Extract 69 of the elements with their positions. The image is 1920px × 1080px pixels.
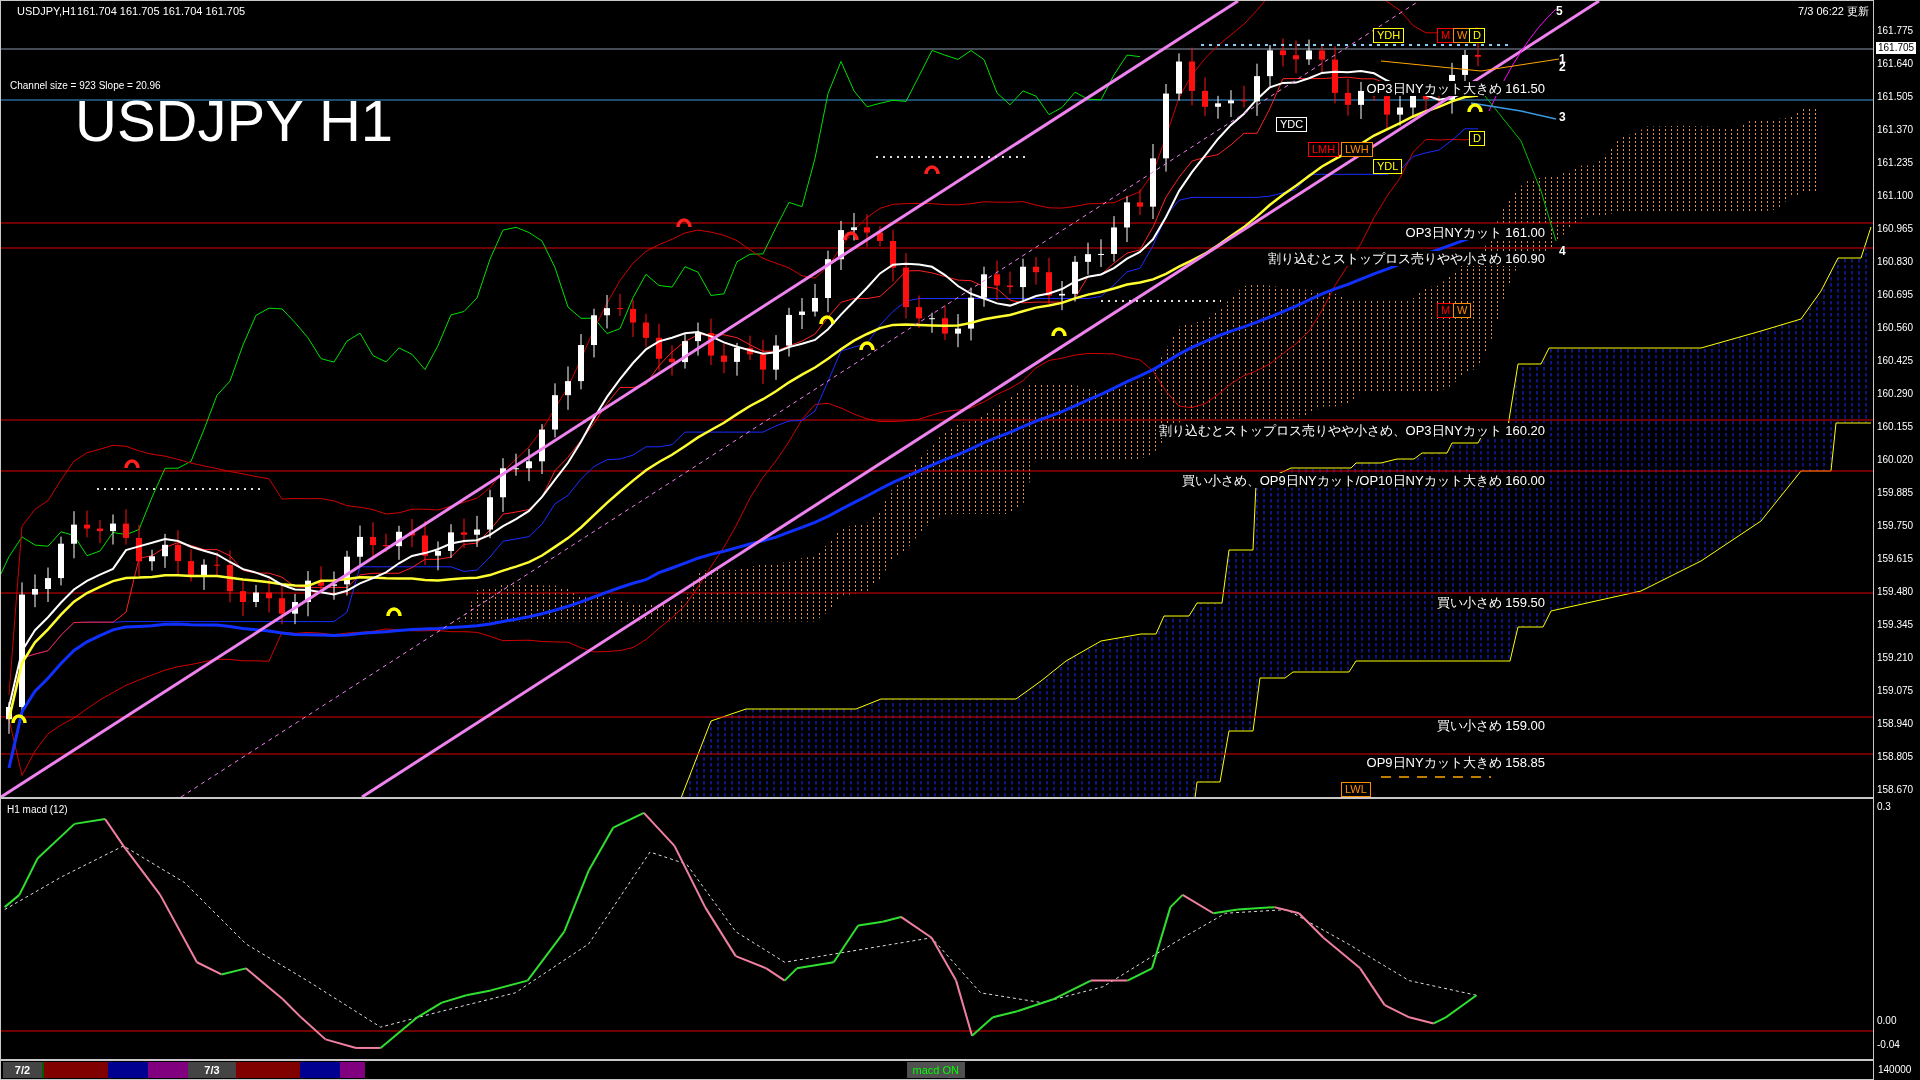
channel-number: 5 <box>1556 5 1563 18</box>
level-annotation: 割り込むとストップロス売りやや小さめ 160.90 <box>1265 251 1547 266</box>
macd-axis-label: -0.04 <box>1877 1038 1901 1052</box>
symbol-label: USDJPY,H1 <box>17 5 77 18</box>
update-time: 7/3 06:22 更新 <box>1798 5 1869 18</box>
level-tag: D <box>1469 131 1485 146</box>
price-axis-label: 158.805 <box>1877 750 1915 764</box>
arc-marker-icon <box>676 218 692 228</box>
price-axis-label: 159.615 <box>1877 552 1915 566</box>
price-axis-label: 161.235 <box>1877 156 1915 170</box>
price-axis-label: 160.290 <box>1877 387 1915 401</box>
session-bar <box>148 1062 188 1078</box>
volume-axis-label: 140000 <box>1878 1063 1912 1077</box>
arc-marker-icon <box>859 341 875 351</box>
level-tag: YDL <box>1373 159 1403 174</box>
level-tag: LWH <box>1341 142 1373 157</box>
date-label: 7/3 <box>188 1062 236 1078</box>
price-axis-label: 161.370 <box>1877 123 1915 137</box>
channel-info: Channel size = 923 Slope = 20.96 <box>10 79 161 92</box>
price-axis-label: 158.670 <box>1877 783 1915 797</box>
price-axis-label: 159.075 <box>1877 684 1915 698</box>
level-tag: W <box>1453 303 1472 318</box>
level-tag: LMH <box>1308 142 1340 157</box>
date-label: 7/2 <box>3 1062 42 1078</box>
arc-marker-icon <box>11 714 27 724</box>
level-annotation: 割り込むとストップロス売りやや小さめ、OP3日NYカット 160.20 <box>1156 423 1547 438</box>
arc-marker-icon <box>924 165 940 175</box>
ohlc-prices: 161.704 161.705 161.704 161.705 <box>77 5 246 18</box>
level-tag: YDH <box>1373 28 1405 43</box>
price-axis-label: 158.940 <box>1877 717 1915 731</box>
price-axis-label: 161.640 <box>1877 57 1915 71</box>
arc-marker-icon <box>819 315 835 325</box>
price-axis-label: 160.695 <box>1877 288 1915 302</box>
level-tag: LWL <box>1341 782 1371 797</box>
price-axis-label: 160.020 <box>1877 453 1915 467</box>
arc-marker-icon <box>843 231 859 241</box>
channel-number: 3 <box>1559 111 1566 124</box>
arc-marker-icon <box>386 607 402 617</box>
macd-label: H1 macd (12) <box>7 803 68 816</box>
price-axis-label: 159.210 <box>1877 651 1915 665</box>
current-price-label: 161.705 <box>1876 42 1917 54</box>
price-axis-label: 160.155 <box>1877 420 1915 434</box>
level-annotation: 買い小さめ、OP9日NYカット/OP10日NYカット大きめ 160.00 <box>1179 473 1547 488</box>
price-axis-label: 159.480 <box>1877 585 1915 599</box>
level-tag: YDC <box>1276 117 1308 132</box>
price-axis-label: 160.965 <box>1877 222 1915 236</box>
arc-marker-icon <box>1051 327 1067 337</box>
price-axis-label: 161.505 <box>1877 90 1915 104</box>
price-axis-label: 160.830 <box>1877 255 1915 269</box>
macd-toggle-button[interactable]: macd ON <box>906 1062 965 1078</box>
price-axis-label: 161.775 <box>1877 24 1915 38</box>
level-annotation: OP3日NYカット 161.00 <box>1403 225 1547 240</box>
price-axis-label: 160.560 <box>1877 321 1915 335</box>
level-annotation: OP9日NYカット大きめ 158.85 <box>1364 755 1547 770</box>
channel-number: 4 <box>1559 245 1566 258</box>
macd-axis-label: 0.3 <box>1877 800 1892 814</box>
macd-axis-label: 0.00 <box>1877 1014 1898 1028</box>
price-axis-label: 160.425 <box>1877 354 1915 368</box>
level-annotation: 買い小さめ 159.00 <box>1434 718 1547 733</box>
price-axis-label: 159.345 <box>1877 618 1915 632</box>
chart-title: USDJPY H1 <box>75 93 394 149</box>
price-axis-label: 161.100 <box>1877 189 1915 203</box>
arc-marker-icon <box>124 459 140 469</box>
price-axis-label: 159.885 <box>1877 486 1915 500</box>
level-annotation: 買い小さめ 159.50 <box>1434 595 1547 610</box>
arc-marker-icon <box>1467 103 1483 113</box>
price-axis-label: 159.750 <box>1877 519 1915 533</box>
level-tag: D <box>1469 28 1485 43</box>
level-annotation: OP3日NYカット大きめ 161.50 <box>1364 81 1547 96</box>
